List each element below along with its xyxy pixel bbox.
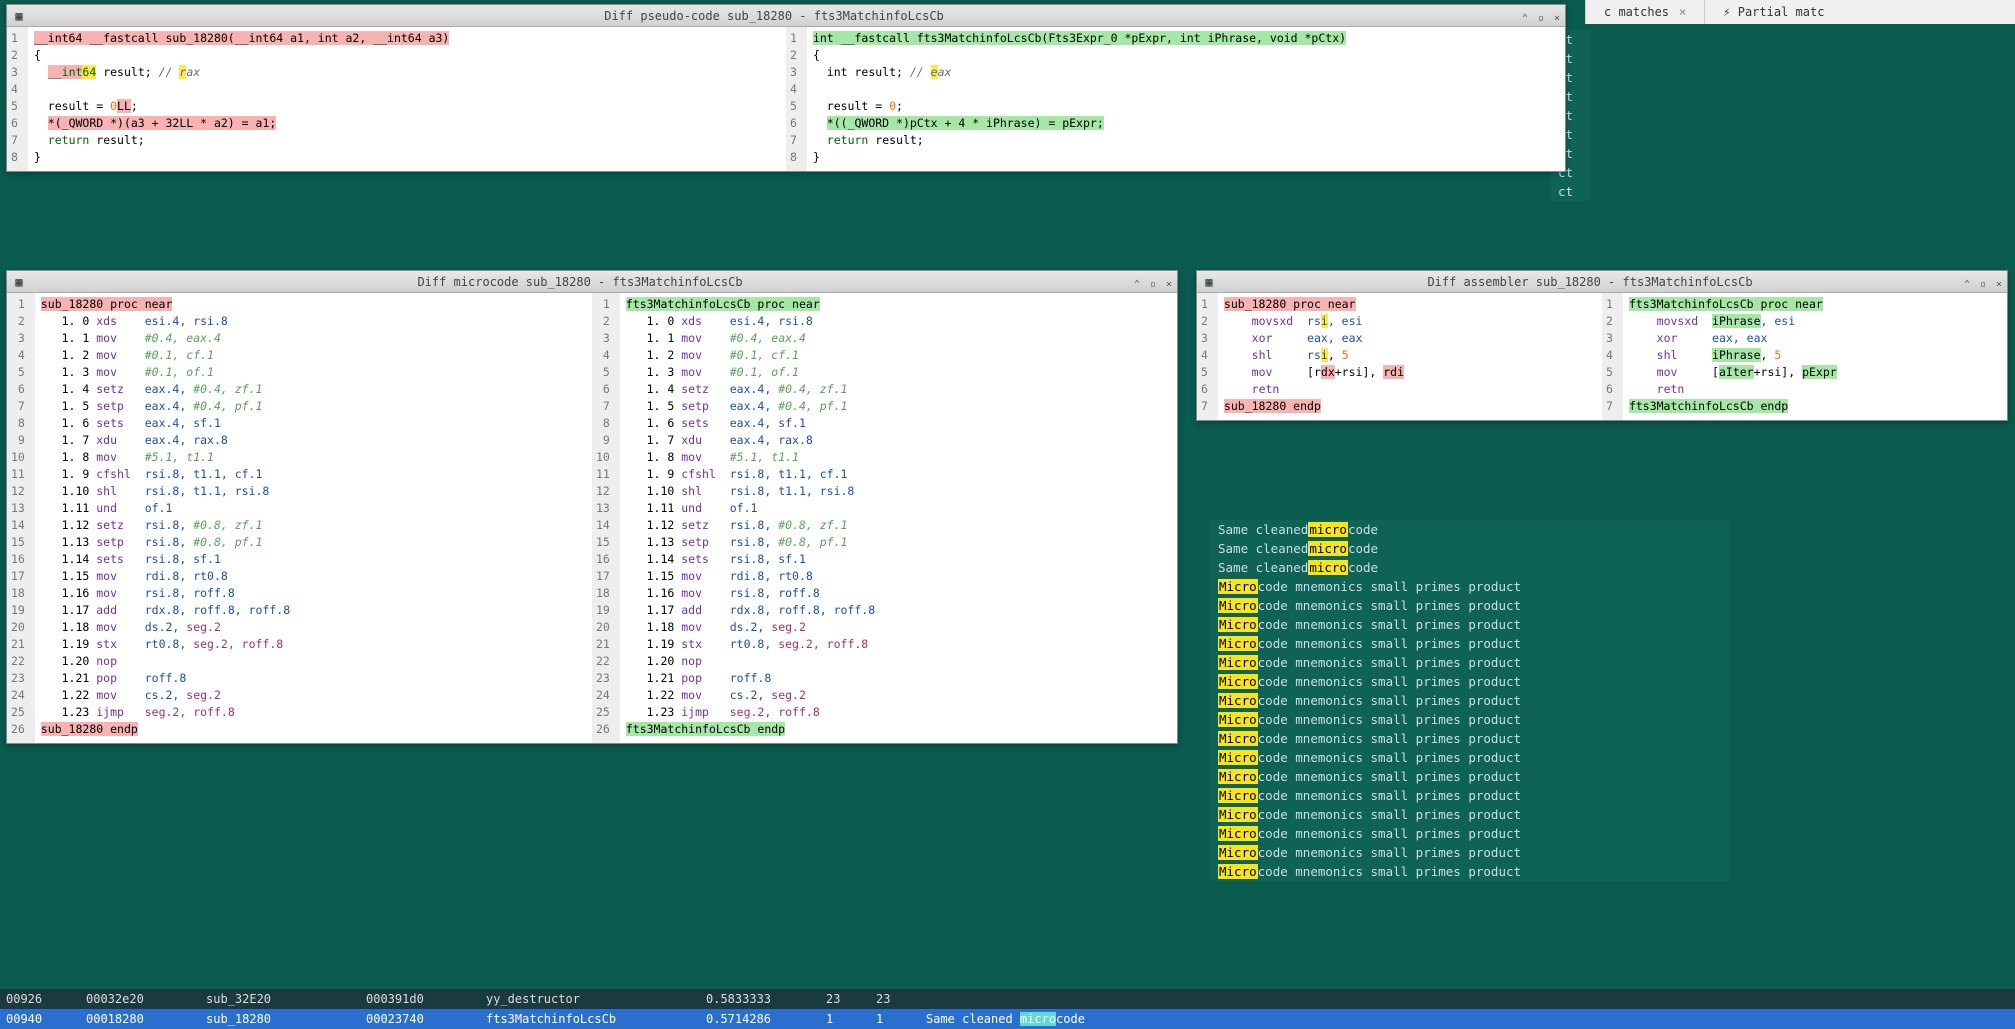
bolt-icon: ⚡: [1723, 5, 1730, 19]
pseudo-diff-pane[interactable]: 12345678__int64 __fastcall sub_18280(__i…: [7, 27, 1565, 171]
maximize-icon[interactable]: ▫: [1975, 274, 1991, 290]
window-icon: ▦: [1201, 274, 1217, 290]
maximize-icon[interactable]: ▫: [1145, 274, 1161, 290]
close-icon[interactable]: ×: [1161, 274, 1177, 290]
tab-partial-match[interactable]: ⚡ Partial matc: [1704, 0, 1842, 24]
close-icon[interactable]: ×: [1991, 274, 2007, 290]
window-title: Diff assembler sub_18280 - fts3Matchinfo…: [1221, 271, 1959, 293]
window-icon: ▦: [11, 8, 27, 24]
background-tabs: c matches × ⚡ Partial matc: [1585, 0, 2015, 24]
maximize-icon[interactable]: ▫: [1533, 8, 1549, 24]
window-pseudo-diff: ▦ Diff pseudo-code sub_18280 - fts3Match…: [6, 4, 1566, 172]
table-row[interactable]: 0092600032e20sub_32E20000391d0yy_destruc…: [0, 989, 2015, 1009]
table-row[interactable]: 0094000018280sub_1828000023740fts3Matchi…: [0, 1009, 2015, 1029]
results-text-column: Same cleaned microcodeSame cleaned micro…: [1210, 520, 1730, 881]
minimize-icon[interactable]: ⌃: [1959, 274, 1975, 290]
close-icon[interactable]: ×: [1679, 5, 1686, 19]
microcode-diff-pane[interactable]: 1234567891011121314151617181920212223242…: [7, 293, 1177, 743]
minimize-icon[interactable]: ⌃: [1129, 274, 1145, 290]
match-table[interactable]: 0092600032e20sub_32E20000391d0yy_destruc…: [0, 989, 2015, 1029]
window-icon: ▦: [11, 274, 27, 290]
window-title: Diff microcode sub_18280 - fts3Matchinfo…: [31, 271, 1129, 293]
close-icon[interactable]: ×: [1549, 8, 1565, 24]
assembler-diff-pane[interactable]: 1234567sub_18280 proc near movsxd rsi, e…: [1197, 293, 2007, 420]
window-assembler-diff: ▦ Diff assembler sub_18280 - fts3Matchin…: [1196, 270, 2008, 421]
minimize-icon[interactable]: ⌃: [1517, 8, 1533, 24]
tab-c-matches[interactable]: c matches ×: [1585, 0, 1704, 24]
window-title: Diff pseudo-code sub_18280 - fts3Matchin…: [31, 5, 1517, 27]
window-microcode-diff: ▦ Diff microcode sub_18280 - fts3Matchin…: [6, 270, 1178, 744]
